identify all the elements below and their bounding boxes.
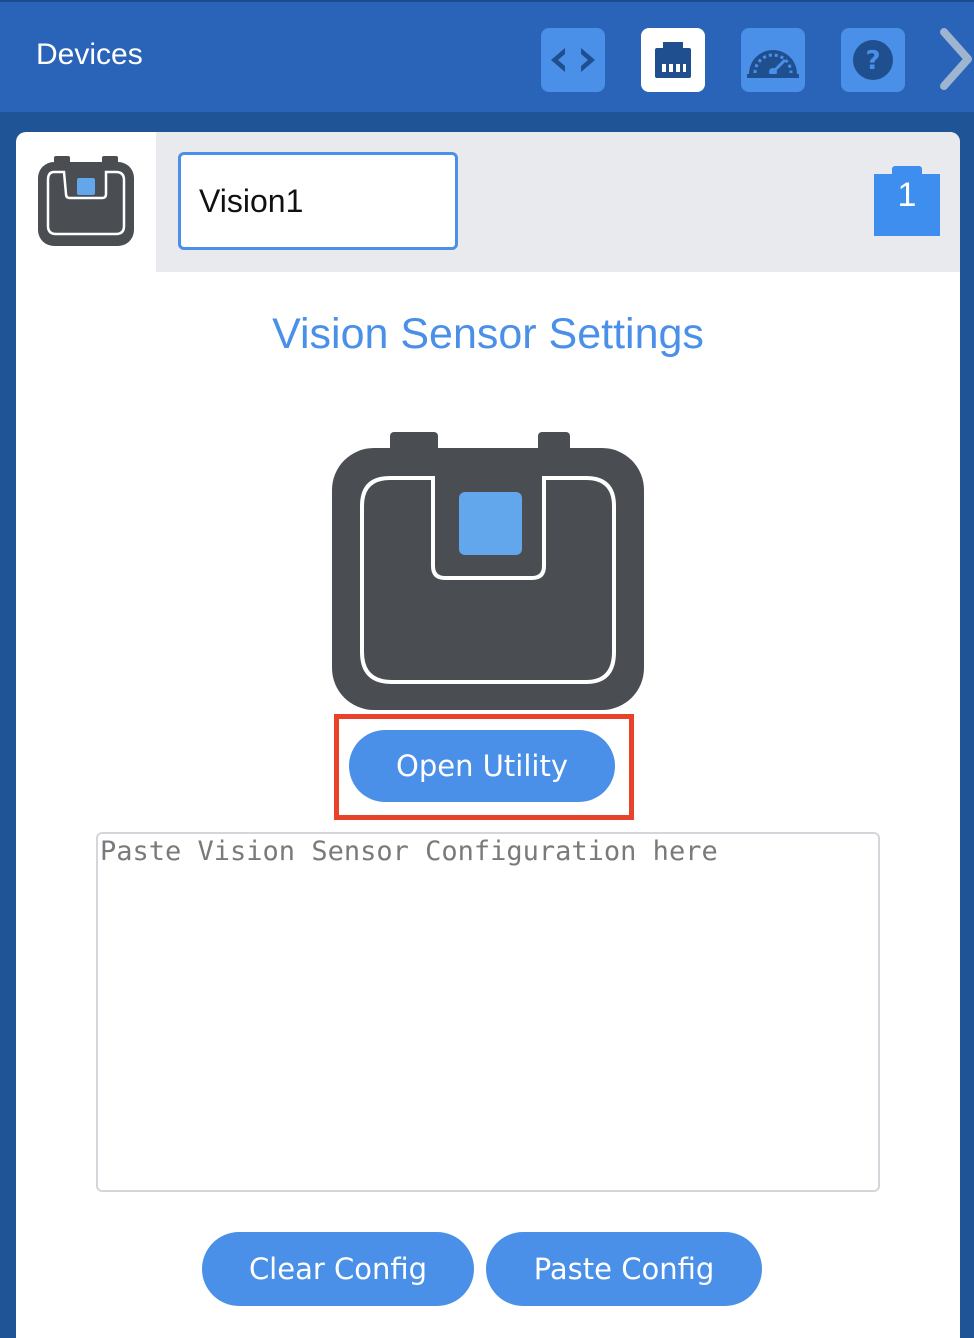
toolbar-title: Devices (36, 38, 143, 71)
port-badge[interactable]: 1 (874, 166, 940, 236)
settings-title: Vision Sensor Settings (272, 310, 704, 358)
vision-sensor-thumbnail-icon (38, 156, 134, 246)
svg-text:?: ? (865, 46, 880, 76)
devices-button[interactable] (641, 28, 705, 92)
dashboard-button[interactable] (741, 28, 805, 92)
config-textarea[interactable] (96, 832, 880, 1192)
chevron-right-icon[interactable] (936, 26, 974, 92)
code-view-button[interactable] (541, 28, 605, 92)
dashboard-gauge-icon (747, 50, 799, 78)
clear-config-button[interactable]: Clear Config (202, 1232, 474, 1306)
code-brackets-icon (551, 48, 595, 72)
open-utility-button[interactable]: Open Utility (349, 730, 615, 802)
port-number: 1 (897, 176, 917, 214)
vision-sensor-icon (332, 432, 644, 710)
help-question-icon: ? (853, 40, 893, 80)
device-name-input[interactable] (178, 152, 458, 250)
paste-config-button[interactable]: Paste Config (486, 1232, 762, 1306)
help-button[interactable]: ? (841, 28, 905, 92)
port-plug-icon (655, 42, 691, 78)
device-panel: 1 Vision Sensor Settings Open Utility Cl… (16, 132, 960, 1338)
top-toolbar: Devices ? (0, 0, 974, 112)
